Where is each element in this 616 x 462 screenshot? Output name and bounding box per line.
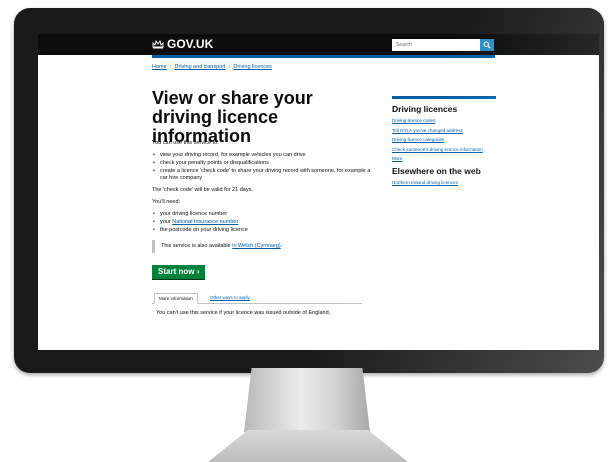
monitor-stand-neck <box>244 368 370 432</box>
uses-list: view your driving record, for example ve… <box>152 152 372 182</box>
site-header: GOV.UK <box>38 34 599 55</box>
sidebar-web-heading: Elsewhere on the web <box>392 165 481 176</box>
search-input[interactable] <box>392 39 480 51</box>
main-content: You can use this service to: view your d… <box>152 140 372 317</box>
welsh-prefix: This service is also available <box>161 243 233 249</box>
list-item: your National Insurance number <box>152 219 372 226</box>
welsh-suffix: . <box>280 243 283 249</box>
sidebar-link-licence-codes[interactable]: Driving licence codes <box>392 118 496 124</box>
sidebar-link-check-licence[interactable]: Check someone's driving licence informat… <box>392 147 496 153</box>
list-item: your driving licence number <box>152 211 372 218</box>
tab-more-information[interactable]: More information <box>154 293 198 304</box>
sidebar-link-licence-categories[interactable]: Driving licence categories <box>392 137 496 143</box>
ni-number-link[interactable]: National Insurance number <box>172 219 238 225</box>
list-item: the postcode on your driving licence <box>152 227 372 234</box>
header-accent-bar <box>152 55 495 58</box>
chevron-right-icon: › <box>196 267 200 276</box>
welsh-inset: This service is also available in Welsh … <box>152 240 372 253</box>
sidebar-link-more[interactable]: More <box>392 156 496 162</box>
sidebar-accent-bar <box>392 96 496 99</box>
page-title: View or share your driving licence infor… <box>152 88 313 146</box>
breadcrumb: Home › Driving and transport › Driving licen… <box>152 64 272 70</box>
breadcrumb-home[interactable]: Home <box>152 64 167 70</box>
needs-list: your driving licence number your Nationa… <box>152 211 372 234</box>
start-now-label: Start now <box>158 267 195 276</box>
breadcrumb-separator-icon: › <box>169 64 172 70</box>
ni-prefix: your <box>160 219 173 225</box>
breadcrumb-driving-licences[interactable]: Driving licences <box>233 64 272 70</box>
monitor-bezel: GOV.UK Home›Driving and transport›Drivin… <box>14 8 604 373</box>
list-item: create a licence 'check code' to share y… <box>152 168 372 182</box>
intro-text: You can use this service to: <box>152 140 219 146</box>
welsh-link[interactable]: in Welsh (Cymraeg) <box>232 243 281 249</box>
govuk-logo[interactable]: GOV.UK <box>167 37 213 51</box>
tab-content: You can't use this service if your licen… <box>156 310 331 316</box>
validity-text: The 'check code' will be valid for 21 da… <box>152 187 253 193</box>
list-item: view your driving record, for example ve… <box>152 152 372 159</box>
search-button[interactable] <box>480 39 494 51</box>
breadcrumb-driving-and-transport[interactable]: Driving and transport <box>175 64 226 70</box>
crown-icon <box>152 39 164 49</box>
sidebar-link-northern-ireland[interactable]: Northern Ireland driving licences <box>392 180 496 186</box>
start-now-button[interactable]: Start now › <box>152 265 206 279</box>
sidebar-link-change-address[interactable]: Tell DVLA you've changed address <box>392 128 496 134</box>
info-tabs: More information Other ways to apply <box>152 293 362 304</box>
browser-screen: GOV.UK Home›Driving and transport›Drivin… <box>38 34 599 350</box>
tab-other-ways-to-apply[interactable]: Other ways to apply <box>206 293 254 303</box>
sidebar-heading: Driving licences <box>392 104 458 114</box>
related-sidebar: Driving licences Driving licence codes T… <box>392 96 496 189</box>
breadcrumb-separator-icon: › <box>228 64 231 70</box>
list-item: check your penalty points or disqualific… <box>152 160 372 167</box>
needs-intro: You'll need: <box>152 199 181 205</box>
monitor-stand-base <box>208 430 408 462</box>
search-icon <box>483 41 491 49</box>
